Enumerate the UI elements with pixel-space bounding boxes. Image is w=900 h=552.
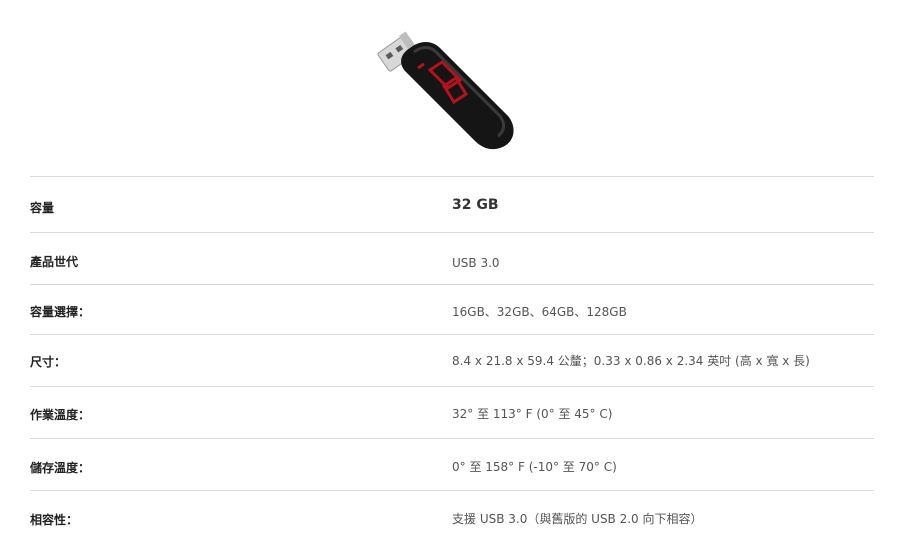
spec-value: 支援 USB 3.0（與舊版的 USB 2.0 向下相容） <box>452 512 703 526</box>
spec-label: 作業溫度： <box>30 408 91 422</box>
spec-label: 產品世代 <box>30 255 79 269</box>
spec-label: 儲存溫度： <box>30 461 91 475</box>
spec-row-storage-temperature: 儲存溫度： 0° 至 158° F (-10° 至 70° C) <box>30 439 874 491</box>
spec-table: 容量 32 GB 產品世代 USB 3.0 容量選擇： 16GB、32GB、64… <box>30 176 874 541</box>
spec-value: USB 3.0 <box>452 256 500 270</box>
usb-flash-drive-image <box>368 12 528 160</box>
spec-row-compatibility: 相容性： 支援 USB 3.0（與舊版的 USB 2.0 向下相容） <box>30 491 874 541</box>
spec-row-operating-temperature: 作業溫度： 32° 至 113° F (0° 至 45° C) <box>30 387 874 439</box>
spec-label: 容量 <box>30 201 55 215</box>
spec-value: 8.4 x 21.8 x 59.4 公釐；0.33 x 0.86 x 2.34 … <box>452 354 810 368</box>
spec-row-capacity: 容量 32 GB <box>30 177 874 233</box>
spec-row-generation: 產品世代 USB 3.0 <box>30 233 874 285</box>
spec-value: 16GB、32GB、64GB、128GB <box>452 305 627 319</box>
spec-row-dimensions: 尺寸： 8.4 x 21.8 x 59.4 公釐；0.33 x 0.86 x 2… <box>30 335 874 387</box>
spec-row-capacity-options: 容量選擇： 16GB、32GB、64GB、128GB <box>30 285 874 335</box>
spec-label: 相容性： <box>30 513 79 527</box>
spec-value: 0° 至 158° F (-10° 至 70° C) <box>452 460 617 474</box>
spec-value: 32 GB <box>452 197 499 213</box>
spec-label: 尺寸： <box>30 355 67 369</box>
spec-label: 容量選擇： <box>30 305 91 319</box>
spec-value: 32° 至 113° F (0° 至 45° C) <box>452 407 613 421</box>
